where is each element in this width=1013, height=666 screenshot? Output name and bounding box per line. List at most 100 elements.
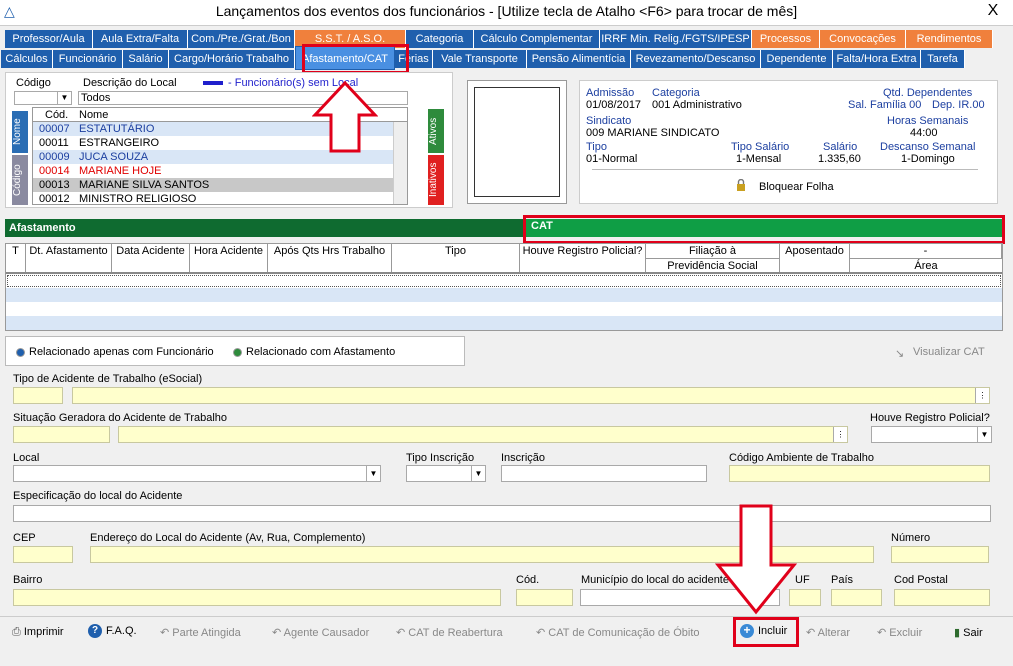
grid-header-filiacao: Filiação à — [646, 244, 780, 258]
qtd-dependentes-label: Qtd. Dependentes — [883, 87, 973, 99]
grid-row[interactable] — [7, 275, 1001, 287]
tab-convocacoes[interactable]: Convocações — [820, 30, 906, 48]
cat-grid: T Dt. Afastamento Data Acidente Hora Aci… — [5, 243, 1003, 331]
inscricao-input[interactable] — [501, 465, 707, 482]
tipo-salario-label: Tipo Salário — [731, 141, 790, 153]
tab-calculo-complementar[interactable]: Cálculo Complementar — [474, 30, 600, 48]
side-tab-nome[interactable]: Nome — [12, 111, 28, 153]
situacao-desc[interactable]: ⋮ — [118, 426, 848, 443]
admissao-value: 01/08/2017 — [586, 99, 642, 111]
cep-input[interactable] — [13, 546, 73, 563]
especificacao-input[interactable] — [13, 505, 991, 522]
cod-municipio-input[interactable] — [516, 589, 573, 606]
excluir-button[interactable]: ↶ Excluir — [877, 626, 922, 639]
situacao-label: Situação Geradora do Acidente de Trabalh… — [13, 412, 228, 424]
grid-header-aposentado: Aposentado — [780, 244, 850, 272]
grid-header-dt-afastamento: Dt. Afastamento — [26, 244, 112, 272]
tab-vale-transporte[interactable]: Vale Transporte — [433, 50, 527, 68]
tab-calculos[interactable]: Cálculos — [1, 50, 53, 68]
list-item[interactable]: 00014 MARIANE HOJE — [33, 164, 407, 178]
salario-value: 1.335,60 — [818, 153, 861, 165]
tabs-row-2: Cálculos Funcionário Salário Cargo/Horár… — [1, 46, 1001, 70]
tipo-acidente-code[interactable] — [13, 387, 63, 404]
col-cod: Cód. — [45, 109, 69, 121]
tab-salario[interactable]: Salário — [123, 50, 169, 68]
horas-value: 44:00 — [910, 127, 938, 139]
codigo-ambiente-input[interactable] — [729, 465, 990, 482]
tab-funcionario[interactable]: Funcionário — [53, 50, 123, 68]
tab-categoria[interactable]: Categoria — [406, 30, 474, 48]
tab-processos[interactable]: Processos — [752, 30, 820, 48]
grid-header-apos-qts: Após Qts Hrs Trabalho — [268, 244, 392, 272]
tab-dependente[interactable]: Dependente — [761, 50, 833, 68]
photo-placeholder — [474, 87, 560, 197]
descanso-value: 1-Domingo — [901, 153, 955, 165]
side-tab-ativos[interactable]: Ativos — [428, 109, 444, 153]
tab-tarefa[interactable]: Tarefa — [921, 50, 965, 68]
tab-revezamento[interactable]: Revezamento/Descanso — [631, 50, 761, 68]
tab-com-pre-grat[interactable]: Com./Pre./Grat./Bon — [188, 30, 295, 48]
cod-postal-input[interactable] — [894, 589, 990, 606]
tab-irrf[interactable]: IRRF Min. Relig./FGTS/IPESP — [600, 30, 752, 48]
tab-cargo-horario[interactable]: Cargo/Horário Trabalho — [169, 50, 295, 68]
codigo-ambiente-label: Código Ambiente de Trabalho — [729, 452, 874, 464]
tab-falta-hora-extra[interactable]: Falta/Hora Extra — [833, 50, 921, 68]
arrow-icon: ↶ — [272, 627, 282, 639]
radio-afastamento-label[interactable]: Relacionado com Afastamento — [246, 346, 395, 358]
parte-atingida-button[interactable]: ↶ Parte Atingida — [160, 626, 241, 639]
side-tab-codigo[interactable]: Código — [12, 155, 28, 205]
bairro-input[interactable] — [13, 589, 501, 606]
tab-professor-aula[interactable]: Professor/Aula — [5, 30, 93, 48]
cod-postal-label: Cod Postal — [894, 574, 948, 586]
radio-funcionario[interactable] — [16, 348, 25, 357]
agente-causador-button[interactable]: ↶ Agente Causador — [272, 626, 369, 639]
cat-reabertura-button[interactable]: ↶ CAT de Reabertura — [396, 626, 503, 639]
visualizar-cat-button[interactable]: Visualizar CAT — [913, 346, 985, 358]
categoria-label: Categoria — [652, 87, 700, 99]
codigo-select[interactable]: ▼ — [14, 91, 72, 105]
houve-registro-select[interactable]: ▼ — [871, 426, 992, 443]
situacao-code[interactable] — [13, 426, 110, 443]
local-label: Local — [13, 452, 40, 464]
radio-funcionario-label[interactable]: Relacionado apenas com Funcionário — [29, 346, 214, 358]
admissao-label: Admissão — [586, 87, 635, 99]
radio-afastamento[interactable] — [233, 348, 242, 357]
arrow-icon: ↶ — [396, 627, 406, 639]
tipo-acidente-desc[interactable]: ⋮ — [72, 387, 990, 404]
alterar-button[interactable]: ↶ Alterar — [806, 626, 850, 639]
imprimir-button[interactable]: ⎙ Imprimir — [12, 626, 64, 639]
highlight-tab — [302, 44, 409, 74]
bloquear-folha-button[interactable]: Bloquear Folha — [759, 181, 834, 193]
cat-obito-button[interactable]: ↶ CAT de Comunicação de Óbito — [536, 626, 700, 639]
grid-header-hora-acidente: Hora Acidente — [190, 244, 268, 272]
close-button[interactable]: X — [981, 0, 1005, 22]
grid-row[interactable] — [6, 288, 1002, 302]
pais-input[interactable] — [831, 589, 882, 606]
grid-row[interactable] — [6, 316, 1002, 330]
grid-header-tipo: Tipo — [392, 244, 520, 272]
highlight-incluir — [733, 617, 799, 647]
sair-button[interactable]: ▮ Sair — [954, 626, 983, 639]
especificacao-label: Especificação do local do Acidente — [13, 490, 183, 502]
grid-row[interactable] — [6, 302, 1002, 316]
numero-input[interactable] — [891, 546, 989, 563]
tipo-inscricao-select[interactable]: ▼ — [406, 465, 486, 482]
endereco-label: Endereço do Local do Acidente (Av, Rua, … — [90, 532, 366, 544]
tab-aula-extra[interactable]: Aula Extra/Falta — [93, 30, 188, 48]
arrow-icon: ↶ — [536, 627, 546, 639]
local-select[interactable]: ▼ — [13, 465, 381, 482]
tab-pensao[interactable]: Pensão Alimentícia — [527, 50, 631, 68]
relation-radio-group: Relacionado apenas com Funcionário Relac… — [5, 336, 465, 366]
list-item[interactable]: 00013 MARIANE SILVA SANTOS — [33, 178, 407, 192]
tipo-label: Tipo — [586, 141, 607, 153]
tipo-value: 01-Normal — [586, 153, 638, 165]
arrow-icon: ↶ — [806, 627, 816, 639]
col-nome: Nome — [79, 109, 109, 121]
faq-button[interactable]: ? F.A.Q. — [88, 624, 137, 638]
side-tab-inativos[interactable]: Inativos — [428, 155, 444, 205]
tab-rendimentos[interactable]: Rendimentos — [906, 30, 993, 48]
list-item[interactable]: 00012 MINISTRO RELIGIOSO — [33, 192, 407, 206]
cod-municipio-label: Cód. — [516, 574, 540, 586]
list-scrollbar[interactable] — [393, 122, 407, 204]
printer-icon: ⎙ — [12, 626, 21, 638]
